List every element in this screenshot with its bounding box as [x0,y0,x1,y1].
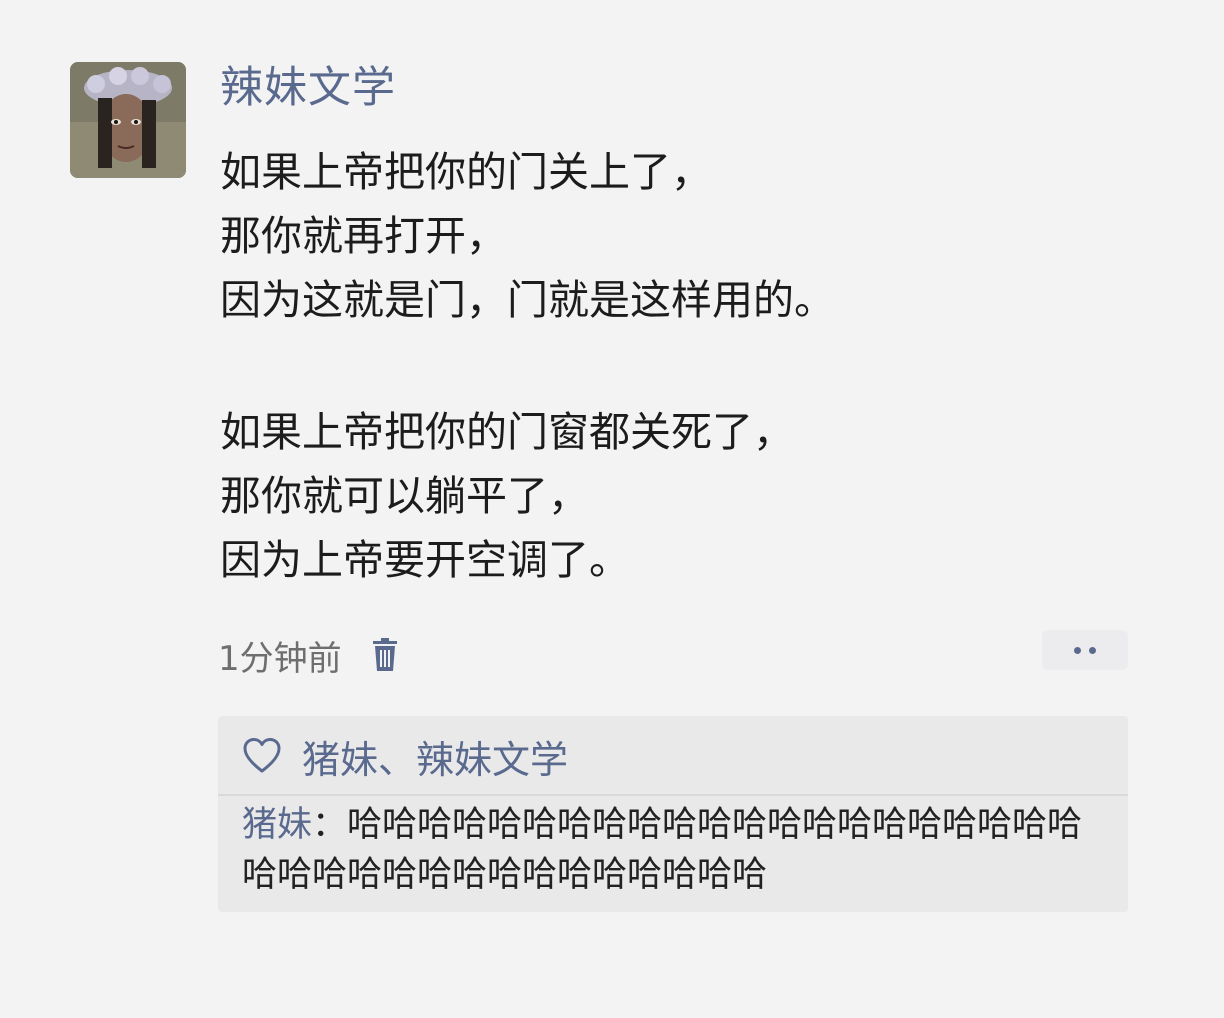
delete-button[interactable] [370,635,400,675]
likes-comments-panel: 猪妹、辣妹文学 猪妹：哈哈哈哈哈哈哈哈哈哈哈哈哈哈哈哈哈哈哈哈哈哈哈哈哈哈哈哈哈… [218,716,1128,912]
post-content: 如果上帝把你的门关上了， 那你就再打开， 因为这就是门，门就是这样用的。 如果上… [220,140,1140,592]
trash-icon [372,638,397,671]
post-line: 那你就可以躺平了， [220,472,589,520]
post-timestamp: 1分钟前 [218,638,342,679]
post-line: 那你就再打开， [220,212,507,260]
comment-text: 哈哈哈哈哈哈哈哈哈哈哈哈哈哈哈哈哈哈哈哈哈哈哈哈哈哈哈哈哈哈哈哈哈哈哈哈 [242,805,1083,895]
heart-icon [243,738,281,773]
moments-post: 辣妹文学 如果上帝把你的门关上了， 那你就再打开， 因为这就是门，门就是这样用的… [0,0,1224,1018]
post-line: 如果上帝把你的门窗都关死了， [220,408,794,456]
divider [218,794,1128,796]
likes-row: 猪妹、辣妹文学 [242,730,568,782]
post-meta: 1分钟前 [218,630,400,680]
avatar-image [70,62,186,178]
more-options-icon [1089,646,1096,654]
more-options-icon [1074,646,1081,654]
comment-author[interactable]: 猪妹 [242,805,312,845]
likes-names[interactable]: 猪妹、辣妹文学 [302,729,568,784]
comment[interactable]: 猪妹：哈哈哈哈哈哈哈哈哈哈哈哈哈哈哈哈哈哈哈哈哈哈哈哈哈哈哈哈哈哈哈哈哈哈哈哈 [242,800,1112,900]
post-line: 如果上帝把你的门关上了， [220,148,712,196]
avatar[interactable] [70,62,186,178]
post-line: 因为这就是门，门就是这样用的。 [220,276,835,324]
more-options-button[interactable] [1042,630,1128,670]
post-line: 因为上帝要开空调了。 [220,536,630,584]
username[interactable]: 辣妹文学 [220,60,396,116]
comment-separator: ： [312,805,348,845]
